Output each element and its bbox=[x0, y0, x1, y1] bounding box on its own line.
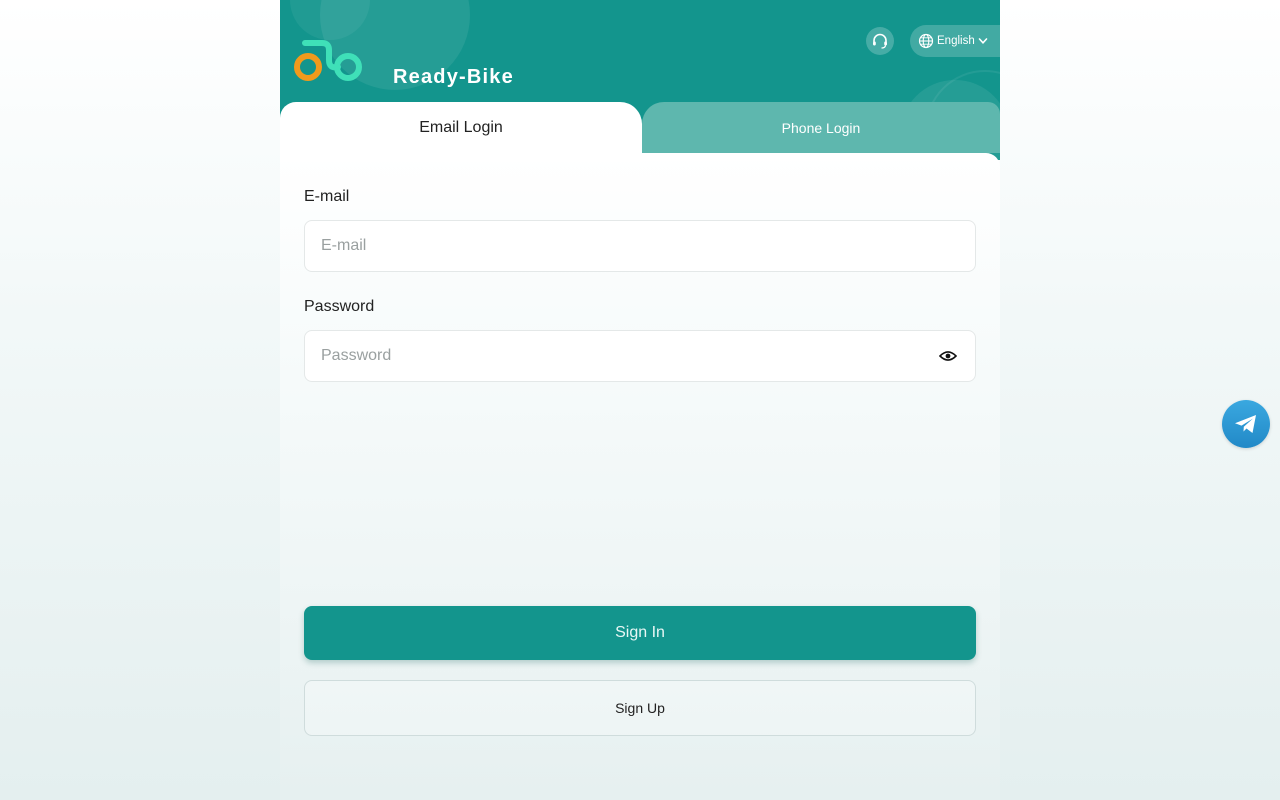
customer-support-button[interactable] bbox=[866, 27, 894, 55]
globe-icon bbox=[918, 33, 934, 49]
email-field[interactable] bbox=[321, 237, 959, 255]
headset-icon bbox=[873, 33, 887, 49]
language-label: English bbox=[937, 35, 975, 47]
password-label: Password bbox=[304, 298, 375, 315]
login-app: Ready-Bike English Phone Login Email Log… bbox=[280, 0, 1000, 800]
telegram-icon bbox=[1235, 415, 1256, 433]
telegram-button[interactable] bbox=[1222, 400, 1270, 448]
email-label: E-mail bbox=[304, 188, 350, 205]
password-field[interactable] bbox=[321, 347, 937, 365]
tab-phone-login[interactable]: Phone Login bbox=[642, 102, 1000, 153]
language-selector[interactable]: English bbox=[910, 25, 1000, 57]
email-field-container bbox=[304, 220, 976, 272]
eye-icon bbox=[939, 351, 957, 361]
brand-name: Ready-Bike bbox=[393, 66, 514, 88]
chevron-down-icon bbox=[978, 38, 988, 44]
sign-in-button[interactable]: Sign In bbox=[304, 606, 976, 660]
tab-email-login[interactable]: Email Login bbox=[280, 102, 642, 162]
password-field-container bbox=[304, 330, 976, 382]
toggle-password-visibility-button[interactable] bbox=[937, 345, 959, 367]
bike-logo-icon bbox=[294, 40, 362, 81]
sign-up-button[interactable]: Sign Up bbox=[304, 680, 976, 736]
